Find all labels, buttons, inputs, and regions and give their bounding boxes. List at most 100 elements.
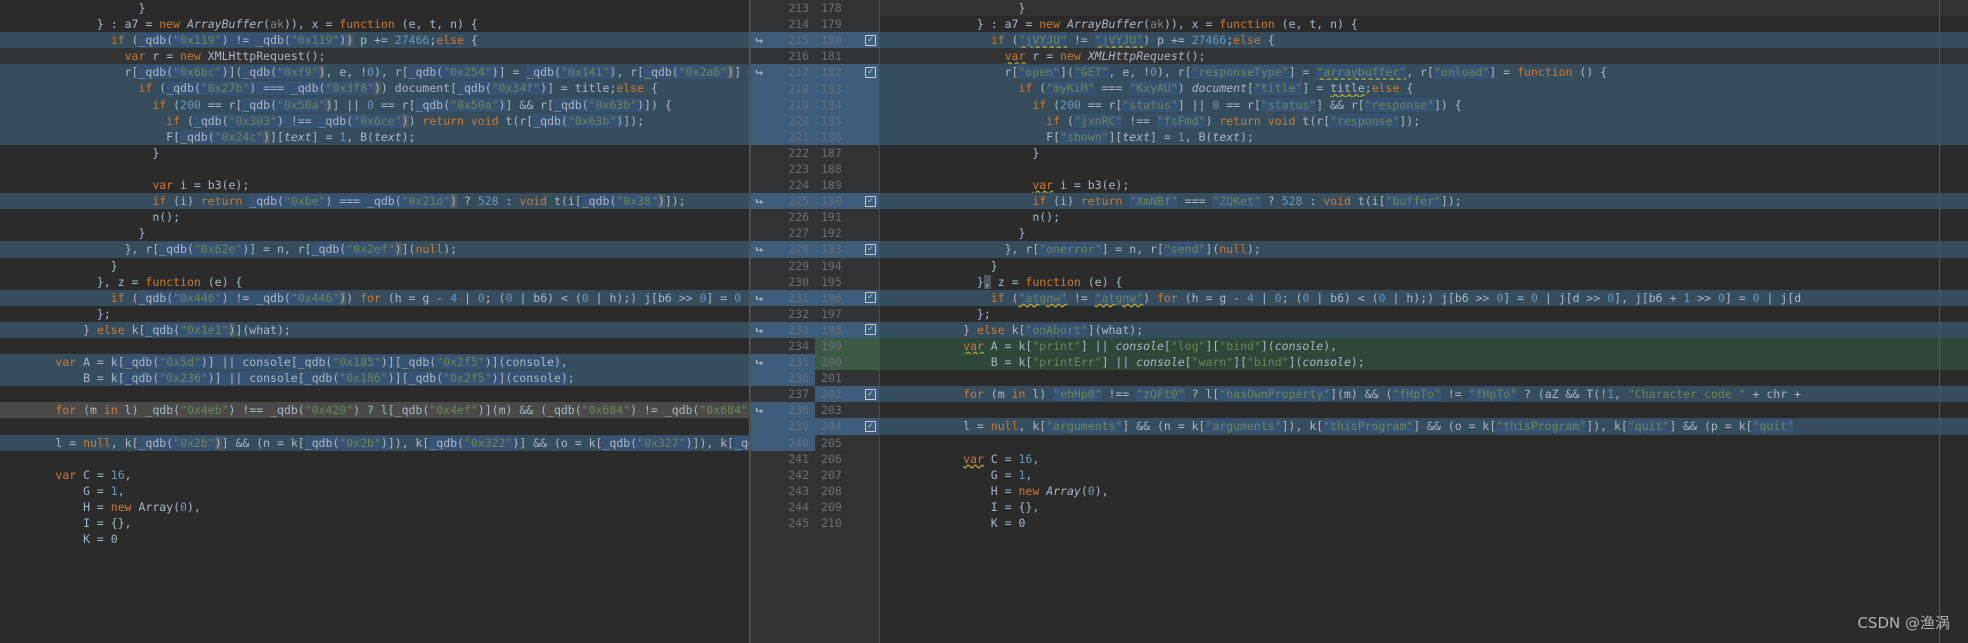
code-line[interactable]: H = new Array(0), — [880, 483, 1968, 499]
left-editor-pane[interactable]: } } : a7 = new ArrayBuffer(ak)), x = fun… — [0, 0, 750, 643]
gutter-row[interactable]: ↵ 231 196 ✓ — [750, 289, 880, 306]
accept-change-checkbox[interactable]: ✓ — [865, 420, 876, 432]
code-line[interactable]: }; — [880, 306, 1968, 322]
code-line[interactable]: if (i) return "XmNBf" === "ZQKet" ? 528 … — [880, 193, 1968, 210]
code-line[interactable]: } — [880, 258, 1968, 274]
gutter-row[interactable]: ↵ 225 190 ✓ — [750, 193, 880, 210]
code-line[interactable]: B = k["printErr"] || console["warn"]["bi… — [880, 354, 1968, 371]
gutter-row[interactable]: 243 208 — [750, 482, 880, 499]
code-line[interactable]: G = 1, — [880, 467, 1968, 483]
code-line[interactable]: }, r["onerror"] = n, r["send"](null); — [880, 241, 1968, 258]
accept-change-checkbox[interactable]: ✓ — [865, 292, 876, 304]
code-line[interactable]: for (m in l) _qdb("0x4eb") !== _qdb("0x4… — [0, 402, 750, 419]
gutter-row[interactable]: 239 204 ✓ — [750, 418, 880, 435]
gutter-row[interactable]: 216 181 — [750, 48, 880, 65]
gutter-row[interactable]: 220 185 — [750, 112, 880, 129]
revert-arrow-icon[interactable]: ↵ — [752, 241, 763, 255]
accept-change-checkbox[interactable]: ✓ — [865, 388, 876, 400]
code-line[interactable]: l = null, k["arguments"] && (n = k["argu… — [880, 418, 1968, 435]
code-line[interactable]: if ("jVYJU" != "jVYJU") p += 27466;else … — [880, 32, 1968, 49]
code-line[interactable]: } — [0, 258, 750, 274]
revert-arrow-icon[interactable]: ↵ — [752, 354, 763, 368]
gutter-row[interactable]: 237 202 ✓ — [750, 386, 880, 403]
code-line[interactable]: } — [0, 145, 750, 161]
code-line[interactable]: }, z = function (e) { — [880, 274, 1968, 290]
gutter-row[interactable]: 222 187 — [750, 144, 880, 161]
revert-arrow-icon[interactable]: ↵ — [752, 402, 763, 416]
revert-arrow-icon[interactable]: ↵ — [752, 290, 763, 304]
accept-change-checkbox[interactable]: ✓ — [865, 34, 876, 46]
code-line[interactable]: var C = 16, — [0, 467, 750, 483]
code-line[interactable]: } : a7 = new ArrayBuffer(ak)), x = funct… — [0, 16, 750, 32]
gutter-row[interactable]: 232 197 — [750, 305, 880, 322]
code-line[interactable]: K = 0 — [880, 515, 1968, 531]
code-line[interactable]: } else k["onAbort"](what); — [880, 321, 1968, 338]
gutter-row[interactable]: ↵ 228 193 ✓ — [750, 241, 880, 258]
code-line[interactable]: if (200 == r["status"] || 0 == r["status… — [880, 96, 1968, 113]
diff-gutter[interactable]: 213 178 214 179 ↵ 215 180 ✓ 216 181 ↵ 217 182 ✓ 218 183… — [750, 0, 880, 643]
code-line[interactable]: if (_qdb("0x303") !== _qdb("0x6ce")) ret… — [0, 112, 750, 129]
gutter-row[interactable]: 242 207 — [750, 466, 880, 483]
code-line[interactable]: if (_qdb("0x119") != _qdb("0x119")) p +=… — [0, 32, 750, 49]
gutter-row[interactable]: 214 179 — [750, 16, 880, 33]
gutter-row[interactable]: ↵ 215 180 ✓ — [750, 32, 880, 49]
gutter-row[interactable]: 224 189 — [750, 177, 880, 194]
code-line[interactable]: }; — [0, 306, 750, 322]
code-line[interactable]: var A = k["print"] || console["log"]["bi… — [880, 337, 1968, 355]
code-line[interactable]: n(); — [880, 209, 1968, 225]
gutter-row[interactable]: 230 195 — [750, 273, 880, 290]
gutter-row[interactable]: 221 186 — [750, 128, 880, 145]
revert-arrow-icon[interactable]: ↵ — [752, 64, 763, 78]
accept-change-checkbox[interactable]: ✓ — [865, 195, 876, 207]
gutter-row[interactable]: 223 188 — [750, 160, 880, 178]
accept-change-checkbox[interactable]: ✓ — [865, 243, 876, 255]
code-line[interactable]: F["shown"][text] = 1, B(text); — [880, 128, 1968, 145]
code-line[interactable] — [880, 402, 1968, 418]
gutter-row[interactable]: 229 194 — [750, 257, 880, 274]
code-line[interactable]: I = {}, — [880, 499, 1968, 515]
code-line[interactable]: l = null, k[_qdb("0x2b")] && (n = k[_qdb… — [0, 434, 750, 451]
gutter-row[interactable]: 240 205 — [750, 434, 880, 451]
gutter-row[interactable]: 227 192 — [750, 225, 880, 242]
code-line[interactable]: var r = new XMLHttpRequest(); — [0, 48, 750, 65]
code-line[interactable]: var r = new XMLHttpRequest(); — [880, 48, 1968, 65]
accept-change-checkbox[interactable]: ✓ — [865, 66, 876, 78]
code-line[interactable]: } else k[_qdb("0x1e1")](what); — [0, 321, 750, 338]
code-line[interactable]: if (_qdb("0x27b") === _qdb("0x3f8")) doc… — [0, 80, 750, 97]
code-line[interactable]: I = {}, — [0, 515, 750, 531]
code-line[interactable]: }, r[_qdb("0x62e")] = n, r[_qdb("0x2ef")… — [0, 241, 750, 258]
code-line[interactable]: } — [0, 225, 750, 241]
code-line[interactable]: var C = 16, — [880, 451, 1968, 467]
code-line[interactable]: var A = k[_qdb("0x5d")] || console[_qdb(… — [0, 354, 750, 371]
gutter-row[interactable]: 236 201 — [750, 370, 880, 387]
code-line[interactable]: for (m in l) "ehHp0" !== "zQFt0" ? l["ha… — [880, 386, 1968, 403]
code-line[interactable]: F[_qdb("0x24c")][text] = 1, B(text); — [0, 128, 750, 145]
code-line[interactable]: } — [880, 0, 1968, 17]
accept-change-checkbox[interactable]: ✓ — [865, 324, 876, 336]
code-line[interactable]: r[_qdb("0x6bc")](_qdb("0xf9"), e, !0), r… — [0, 64, 750, 81]
code-line[interactable]: B = k[_qdb("0x236")] || console[_qdb("0x… — [0, 370, 750, 387]
gutter-row[interactable]: 213 178 — [750, 0, 880, 17]
code-line[interactable]: G = 1, — [0, 483, 750, 499]
code-line[interactable]: if (_qdb("0x446") != _qdb("0x446")) for … — [0, 289, 750, 306]
gutter-row[interactable]: 241 206 — [750, 450, 880, 467]
code-line[interactable]: } : a7 = new ArrayBuffer(ak)), x = funct… — [880, 16, 1968, 32]
code-line[interactable]: H = new Array(0), — [0, 499, 750, 515]
code-line[interactable]: if ("myKiM" === "KxyAU") document["title… — [880, 80, 1968, 97]
gutter-row[interactable]: 219 184 — [750, 96, 880, 113]
code-line[interactable] — [880, 435, 1968, 451]
code-line[interactable]: if (200 == r[_qdb("0x50a")] || 0 == r[_q… — [0, 96, 750, 113]
code-line[interactable]: if ("jxnRC" !== "fsFmd") return void t(r… — [880, 112, 1968, 129]
gutter-row[interactable]: ↵ 217 182 ✓ — [750, 64, 880, 81]
code-line[interactable]: r["open"]("GET", e, !0), r["responseType… — [880, 64, 1968, 81]
revert-arrow-icon[interactable]: ↵ — [752, 32, 763, 46]
gutter-row[interactable]: ↵ 233 198 ✓ — [750, 321, 880, 338]
gutter-row[interactable]: 234 199 — [750, 337, 880, 355]
code-line[interactable]: } — [0, 0, 750, 16]
gutter-row[interactable]: 226 191 — [750, 209, 880, 226]
code-line[interactable] — [0, 338, 750, 354]
gutter-row[interactable]: ↵ 238 203 — [750, 402, 880, 419]
code-line[interactable]: var i = b3(e); — [0, 177, 750, 193]
gutter-row[interactable]: 218 183 — [750, 80, 880, 97]
revert-arrow-icon[interactable]: ↵ — [752, 322, 763, 336]
